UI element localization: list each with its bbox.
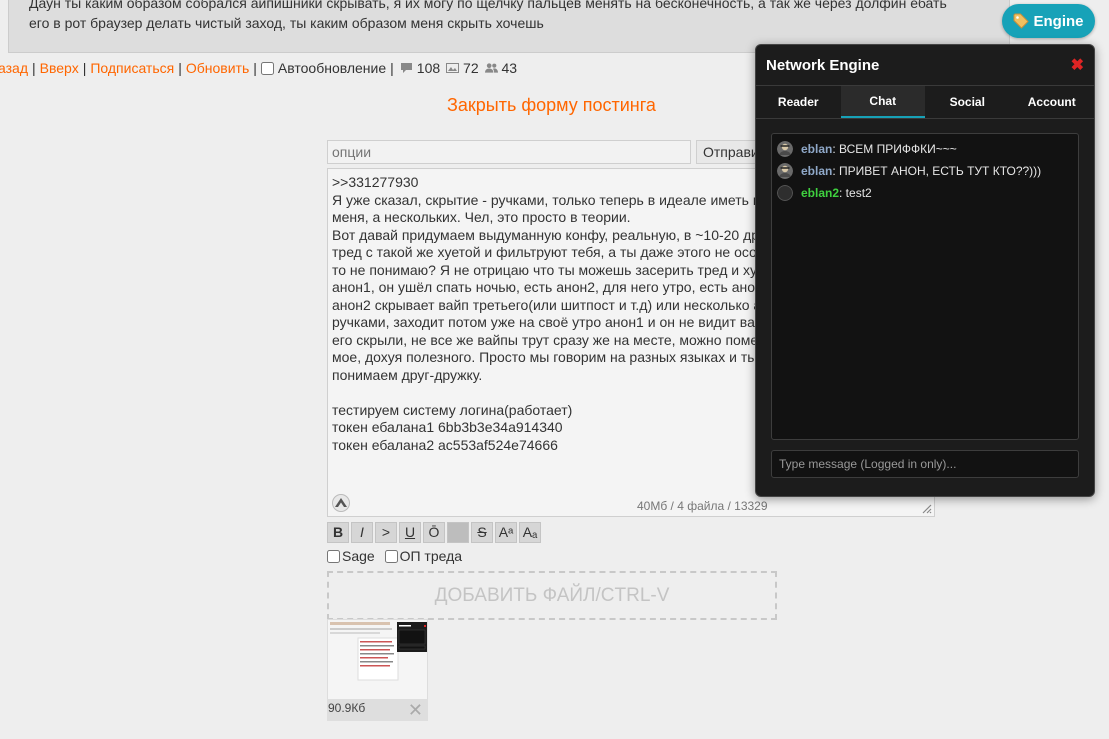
autorefresh-label: Автообновление [277,60,387,76]
users-count: 43 [501,60,518,76]
attachment-meta: 90.9Кб ✕ [327,699,428,721]
panel-title: Network Engine [766,56,880,74]
subscribe-link[interactable]: Подписаться [90,60,174,76]
sage-checkbox[interactable] [327,550,340,563]
images-icon [446,63,460,73]
chat-message-input[interactable] [771,450,1079,478]
back-link[interactable]: азад [0,60,28,76]
spoiler-button[interactable] [447,522,469,543]
add-file-dropzone[interactable]: ДОБАВИТЬ ФАЙЛ/CTRL-V [327,571,777,620]
posts-count: 108 [416,60,441,76]
resize-grip-icon[interactable] [920,502,932,514]
remove-attachment-icon[interactable]: ✕ [408,701,423,719]
panel-tabs: Reader Chat Social Account [756,86,1094,119]
tab-account[interactable]: Account [1010,86,1095,118]
italic-button[interactable]: I [351,522,373,543]
post-options: Sage ОП треда [327,548,468,564]
chat-text: : ВСЕМ ПРИФФКИ~~~ [832,142,957,156]
op-option[interactable]: ОП треда [384,548,463,564]
op-checkbox[interactable] [384,550,398,563]
close-form-link[interactable]: Закрыть форму постинга [447,95,656,116]
network-engine-panel: Network Engine ✖ Reader Chat Social Acco… [755,44,1095,497]
subscript-button[interactable]: Aₐ [519,522,541,543]
screenshot-thumbnail-image [328,620,427,700]
refresh-link[interactable]: Обновить [186,60,249,76]
thread-nav: азад | Вверх | Подписаться | Обновить | Автообно… [0,60,518,76]
users-icon [484,63,498,73]
triangle-logo-icon[interactable] [332,494,350,512]
posts-icon [400,63,412,73]
chat-username[interactable]: eblan2 [801,186,839,200]
chat-message: eblan: ВСЕМ ПРИФФКИ~~~ [777,138,1073,160]
images-count: 72 [463,60,479,76]
sage-option[interactable]: Sage [327,548,375,564]
tab-chat[interactable]: Chat [840,86,925,118]
bold-button[interactable]: B [327,522,349,543]
autorefresh-checkbox[interactable] [260,62,274,75]
close-icon[interactable]: ✖ [1071,55,1084,75]
options-input[interactable] [327,140,691,164]
chat-messages: eblan: ВСЕМ ПРИФФКИ~~~ eblan: ПРИВЕТ АНО… [771,133,1079,440]
chat-username[interactable]: eblan [801,142,832,156]
upload-counter: 40Мб / 4 файла / 13329 [637,499,768,513]
panel-header: Network Engine ✖ [756,45,1094,86]
tab-social[interactable]: Social [925,86,1010,118]
tag-icon [1013,13,1030,29]
chat-message: eblan2: test2 [777,182,1073,204]
quote-button[interactable]: > [375,522,397,543]
superscript-button[interactable]: Aᵃ [495,522,517,543]
chat-text: : test2 [839,186,872,200]
post-line: его в рот браузер делать чистый заход, т… [29,15,544,31]
op-label: ОП треда [399,548,463,564]
engine-toggle-button[interactable]: Engine [1002,4,1095,38]
format-toolbar: B I > U Ō S Aᵃ Aₐ [327,522,541,543]
underline-button[interactable]: U [399,522,421,543]
chat-username[interactable]: eblan [801,164,832,178]
chat-message: eblan: ПРИВЕТ АНОН, ЕСТЬ ТУТ КТО??))) [777,160,1073,182]
attachment-size: 90.9Кб [328,701,366,715]
overline-button[interactable]: Ō [423,522,445,543]
avatar [777,163,793,179]
chat-text: : ПРИВЕТ АНОН, ЕСТЬ ТУТ КТО??))) [832,164,1042,178]
tab-reader[interactable]: Reader [756,86,841,118]
strike-button[interactable]: S [471,522,493,543]
avatar [777,141,793,157]
engine-button-label: Engine [1033,12,1084,30]
sage-label: Sage [342,548,375,564]
avatar [777,185,793,201]
up-link[interactable]: Вверх [40,60,79,76]
post-line: Даун ты каким образом собрался айпишники… [29,0,947,11]
post-text: Даун ты каким образом собрался айпишники… [29,0,947,33]
